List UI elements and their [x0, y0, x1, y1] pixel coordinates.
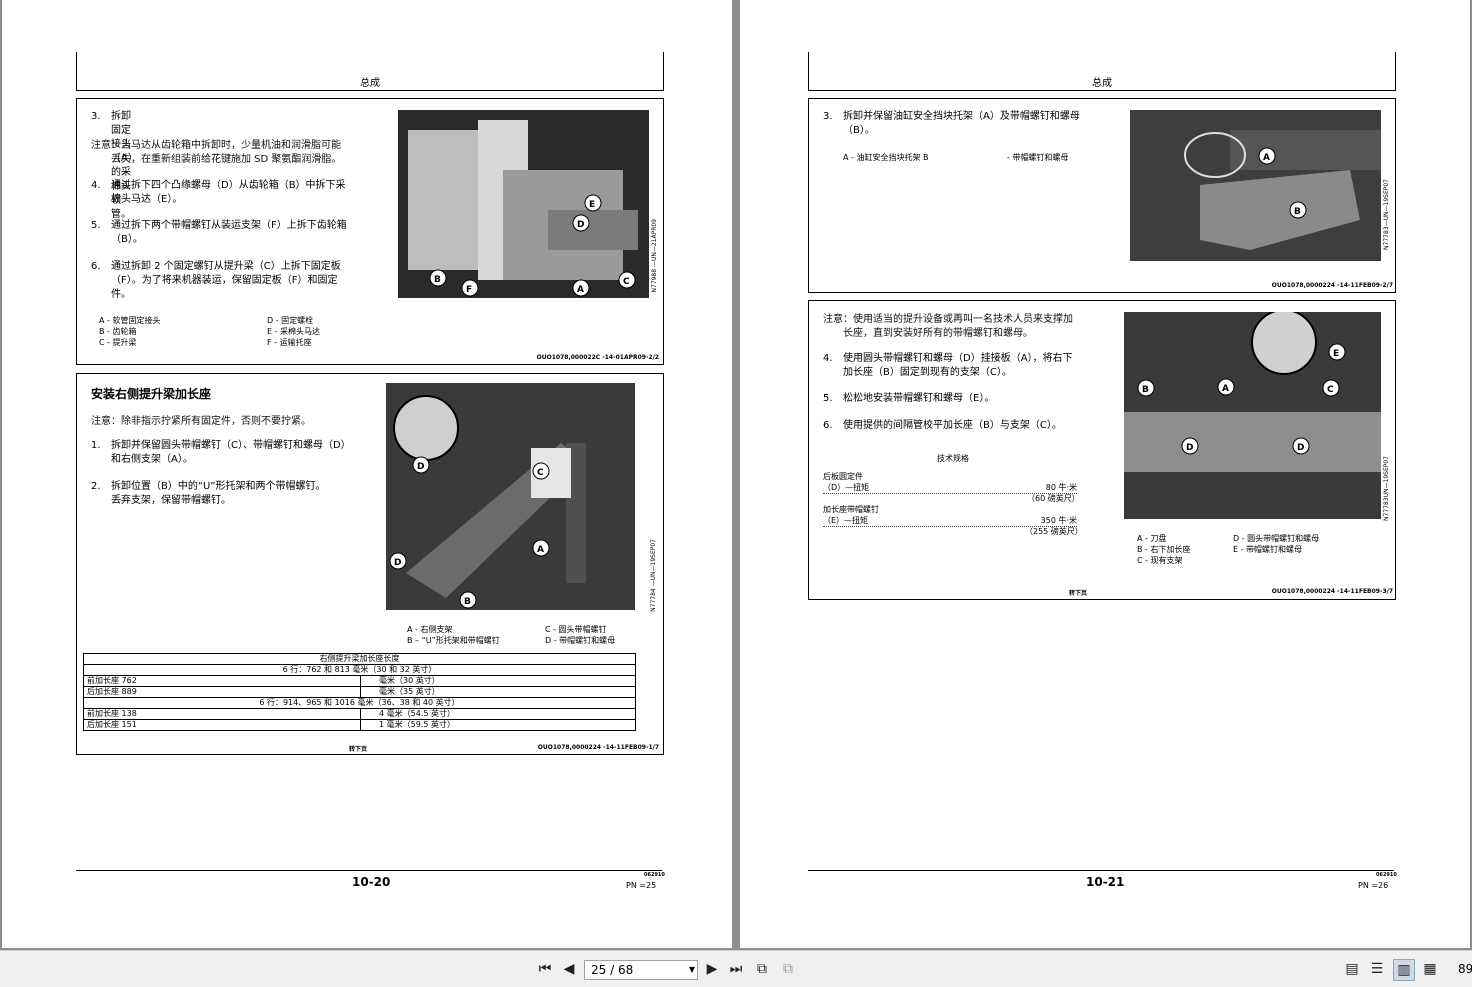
doc-id: OUO1078,000022C -14-01APR09-2/2 [536, 354, 659, 361]
table-title: 右侧提升梁加长座长度 [83, 653, 636, 665]
pn-label: PN =25 [626, 881, 657, 890]
svg-text:A: A [537, 545, 544, 555]
continuous-view-icon[interactable]: ☰ [1367, 959, 1387, 979]
spec-title: 技术规格 [937, 454, 969, 463]
legend-left: A - 刀盘 B - 右下加长座 C - 现有支架 [1137, 534, 1191, 565]
svg-text:B: B [464, 597, 471, 607]
table-row: 后加长座 889 毫米（35 英寸） [83, 686, 636, 698]
spec-alt: （60 磅英尺） [1027, 494, 1080, 503]
photo-extension: B A E C D D [1124, 312, 1381, 519]
photo-code: N77988 —UN—21APR09 [651, 219, 658, 293]
legend-right: D - 固定螺栓 E - 采棉头马达 F - 运输托座 [267, 316, 321, 347]
continued-note: 转下页 [349, 746, 368, 753]
date-code: 062910 [1376, 872, 1397, 878]
photo-gearbox: E D B F A C [398, 110, 649, 298]
photo-bracket: D C A D B [386, 383, 635, 610]
doc-id: OUO1078,0000224 -14-11FEB09-2/7 [1271, 282, 1393, 289]
footer-rule [76, 870, 662, 871]
table-row: 前加长座 138 4 毫米（54.5 英寸） [83, 708, 636, 720]
first-page-icon[interactable]: ⏮ [535, 959, 555, 979]
svg-text:A: A [577, 285, 584, 295]
spec-alt: （255 磅英尺） [1025, 527, 1083, 536]
note: 注意：使用适当的提升设备或再叫一名技术人员来支撑加 长座，直到安装好所有的带帽螺钉… [823, 314, 1073, 339]
date-code: 062910 [644, 872, 665, 878]
spec-label: 后板圆定件 [823, 472, 863, 481]
svg-text:D: D [417, 462, 424, 472]
legend-right: - 带帽螺钉和螺母 [1007, 153, 1069, 162]
page-number: 10-20 [352, 875, 391, 889]
table-row: 后加长座 151 1 毫米（59.5 英寸） [83, 719, 636, 731]
single-page-view-icon[interactable]: ▤ [1342, 959, 1362, 979]
svg-text:E: E [1333, 349, 1339, 359]
page-number: 10-21 [1086, 875, 1125, 889]
svg-text:B: B [1294, 207, 1301, 217]
svg-text:B: B [1142, 385, 1149, 395]
photo-code: N77784 —UN—19SEP07 [650, 539, 657, 612]
procedure-box: 安装右侧提升梁加长座 注意：除非指示拧紧所有固定件，否则不要拧紧。 1. 拆卸并… [76, 373, 664, 755]
legend-left: A - 油缸安全挡块托架 B [843, 153, 929, 162]
photo-safety-stop: A B [1130, 110, 1381, 261]
go-forward-icon[interactable]: ⧉ [778, 959, 798, 979]
svg-text:F: F [466, 285, 472, 295]
note: 注意：当马达从齿轮箱中拆卸时，少量机油和润滑脂可能 丢失，在重新组装前给花键施加… [91, 140, 342, 165]
svg-text:A: A [1222, 384, 1229, 394]
svg-text:D: D [394, 558, 401, 568]
table-group: 6 行：914、965 和 1016 毫米（36、38 和 40 英寸） [83, 697, 636, 709]
next-page-icon[interactable]: ▶ [702, 959, 722, 979]
two-page-view-icon[interactable]: ▥ [1393, 959, 1415, 981]
page-number-field[interactable]: 25 / 68 ▼ [584, 960, 698, 980]
photo-code: N77783—UN—19SEP07 [1383, 179, 1390, 250]
legend-left: A - 右侧支架 B – “U”形托架和带帽螺钉 [407, 625, 500, 645]
viewer-toolbar: ⏮ ◀ 25 / 68 ▼ ▶ ⏭ ⧉ ⧉ ▤ ☰ ▥ ▦ 89 [0, 950, 1472, 987]
table-group: 6 行：762 和 813 毫米（30 和 32 英寸） [83, 664, 636, 676]
chevron-down-icon: ▼ [688, 965, 695, 974]
svg-text:D: D [577, 220, 584, 230]
note: 注意：除非指示拧紧所有固定件，否则不要拧紧。 [91, 416, 311, 427]
table-row: 前加长座 762 毫米（30 英寸） [83, 675, 636, 687]
spec-label: 加长座带帽螺钉 [823, 505, 879, 514]
legend-right: C - 圆头带帽螺钉 D - 带帽螺钉和螺母 [545, 625, 616, 645]
right-page: 总成 3. 拆卸并保留油缸安全挡块托架（A）及带帽螺钉和螺母 （B）。 A - 油… [740, 0, 1470, 948]
legend-right: D - 圆头带帽螺钉和螺母 E - 带帽螺钉和螺母 [1233, 534, 1320, 554]
page-header: 总成 [808, 52, 1396, 91]
svg-text:D: D [1297, 443, 1304, 453]
continuous-facing-icon[interactable]: ▦ [1420, 959, 1440, 979]
svg-text:C: C [1327, 385, 1334, 395]
procedure-box: 3. 拆卸并保留油缸安全挡块托架（A）及带帽螺钉和螺母 （B）。 A - 油缸安全… [808, 98, 1396, 293]
svg-text:A: A [1263, 153, 1270, 163]
section-heading: 安装右侧提升梁加长座 [91, 387, 212, 401]
svg-text:E: E [589, 200, 595, 210]
procedure-box: 3. 拆卸固定接头（A）的采棉头软管。 注意：当马达从齿轮箱中拆卸时，少量机油和… [76, 98, 664, 365]
svg-text:C: C [537, 468, 544, 478]
svg-text:D: D [1186, 443, 1193, 453]
last-page-icon[interactable]: ⏭ [726, 959, 746, 979]
svg-text:B: B [434, 275, 441, 285]
doc-id: OUO1078,0000224 -14-11FEB09-3/7 [1271, 588, 1393, 595]
prev-page-icon[interactable]: ◀ [559, 959, 579, 979]
go-back-icon[interactable]: ⧉ [752, 959, 772, 979]
procedure-box: 注意：使用适当的提升设备或再叫一名技术人员来支撑加 长座，直到安装好所有的带帽螺钉… [808, 300, 1396, 600]
zoom-level[interactable]: 89 [1458, 962, 1472, 976]
footer-rule [808, 870, 1394, 871]
page-header: 总成 [76, 52, 664, 91]
pn-label: PN =26 [1358, 881, 1389, 890]
left-page: 总成 3. 拆卸固定接头（A）的采棉头软管。 注意：当马达从齿轮箱中拆卸时，少量… [2, 0, 732, 948]
spec-table: 右侧提升梁加长座长度 6 行：762 和 813 毫米（30 和 32 英寸） … [83, 653, 636, 731]
doc-id: OUO1078,0000224 -14-11FEB09-1/7 [537, 744, 659, 751]
svg-text:C: C [623, 277, 630, 287]
photo-code: N77783UN—19SEP07 [1383, 456, 1390, 521]
legend-left: A - 软管固定接头 B - 齿轮箱 C - 提升梁 [99, 316, 161, 347]
continued-note: 转下页 [1069, 590, 1088, 597]
